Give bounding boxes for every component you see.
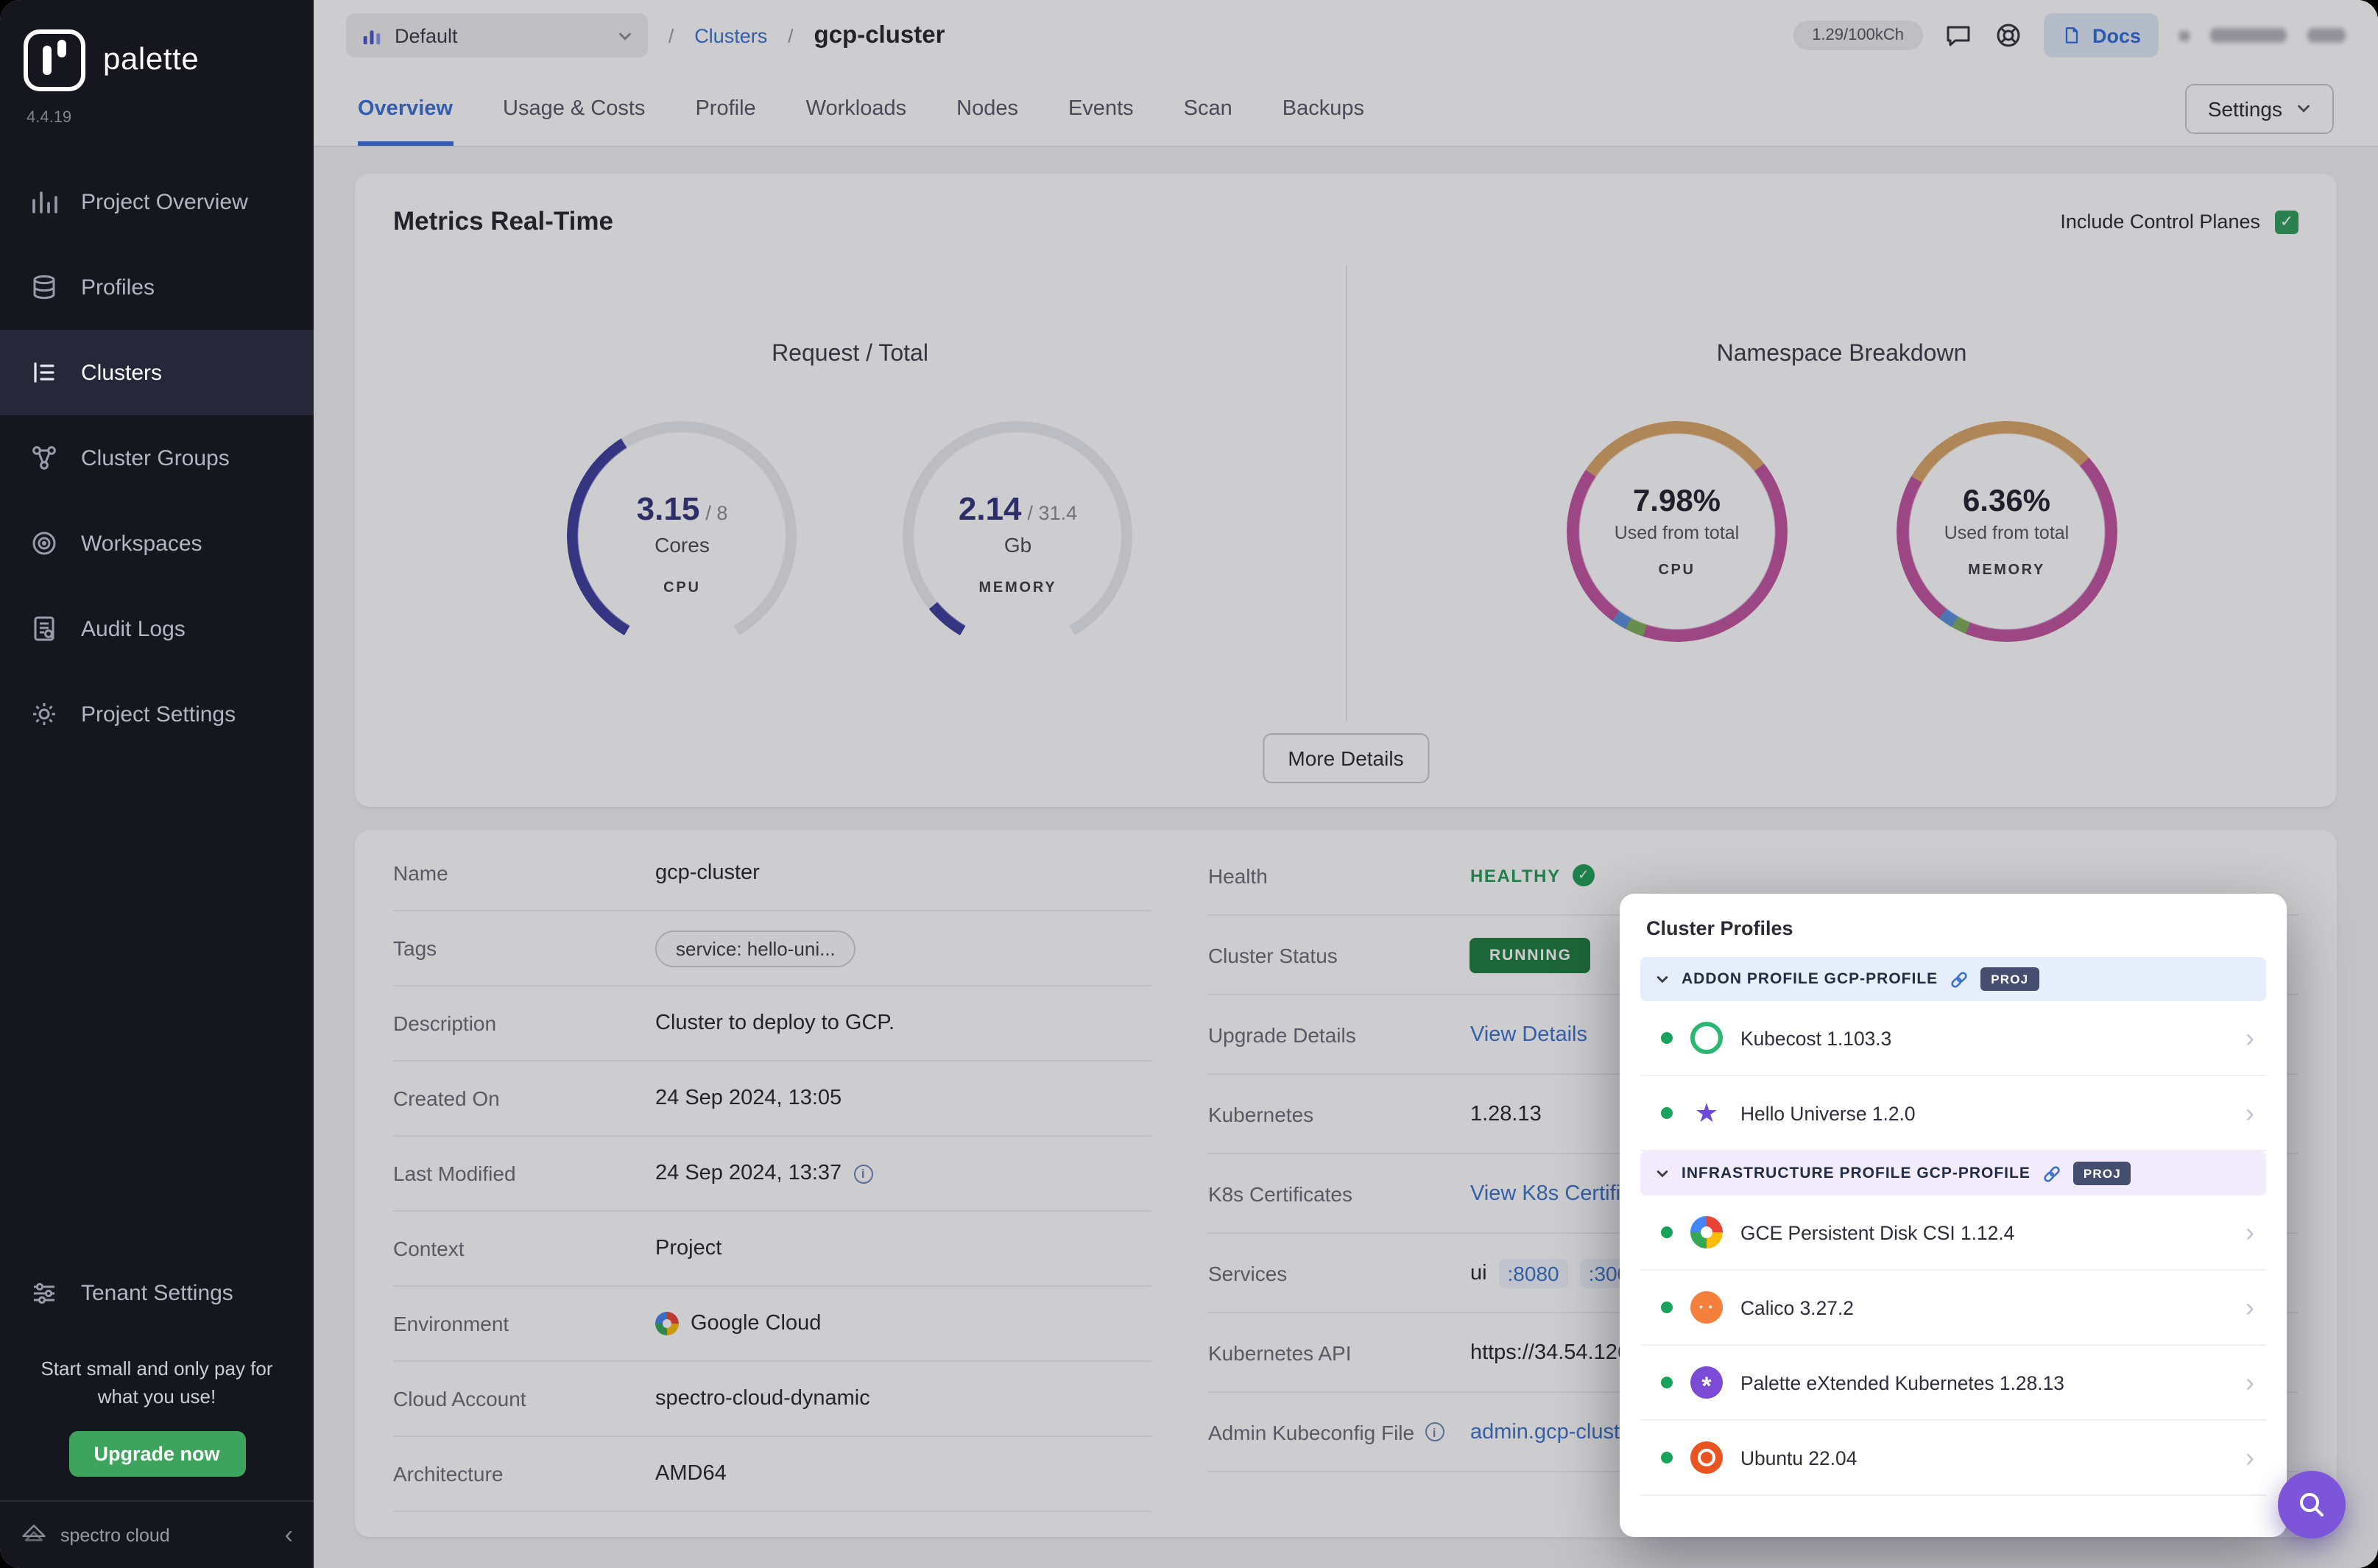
chevron-right-icon: › xyxy=(2245,1023,2254,1052)
search-icon xyxy=(2300,1493,2324,1516)
addon-profile-label: ADDON PROFILE GCP-PROFILE xyxy=(1682,970,1938,988)
spectro-cloud-logo-icon xyxy=(22,1525,46,1541)
pack-status-dot xyxy=(1661,1377,1673,1388)
profile-pack-calico[interactable]: Calico 3.27.2 › xyxy=(1640,1271,2266,1346)
sidebar-item-clusters[interactable]: Clusters xyxy=(0,330,314,415)
profile-pack-ubuntu[interactable]: Ubuntu 22.04 › xyxy=(1640,1421,2266,1496)
sidebar-item-workspaces[interactable]: Workspaces xyxy=(0,501,314,586)
proj-scope-badge: PROJ xyxy=(1980,967,2039,991)
calico-icon xyxy=(1690,1291,1723,1324)
link-icon[interactable] xyxy=(1950,970,1969,989)
kubecost-icon xyxy=(1690,1022,1723,1054)
gear-icon xyxy=(33,703,55,725)
pack-status-dot xyxy=(1661,1226,1673,1238)
brand-name: palette xyxy=(103,43,200,77)
infrastructure-profile-label: INFRASTRUCTURE PROFILE GCP-PROFILE xyxy=(1682,1165,2031,1182)
chevron-right-icon: › xyxy=(2245,1367,2254,1396)
sidebar-item-label: Audit Logs xyxy=(81,616,186,641)
profile-pack-gce-disk[interactable]: GCE Persistent Disk CSI 1.12.4 › xyxy=(1640,1196,2266,1271)
pack-status-dot xyxy=(1661,1032,1673,1044)
list-icon xyxy=(34,362,54,383)
app-version: 4.4.19 xyxy=(27,109,72,127)
audit-doc-icon xyxy=(34,616,54,641)
pack-status-dot xyxy=(1661,1452,1673,1463)
pxk-icon xyxy=(1690,1366,1723,1399)
sidebar-item-cluster-groups[interactable]: Cluster Groups xyxy=(0,415,314,501)
nodes-icon xyxy=(32,446,56,470)
sidebar-nav: Project Overview Profiles Clusters Clust… xyxy=(0,159,314,757)
chevron-right-icon: › xyxy=(2245,1217,2254,1246)
pack-status-dot xyxy=(1661,1107,1673,1119)
palette-logo-icon xyxy=(24,29,85,91)
sidebar-item-tenant-settings[interactable]: Tenant Settings xyxy=(0,1251,314,1336)
sidebar: palette 4.4.19 Project Overview Profiles… xyxy=(0,0,314,1568)
link-icon[interactable] xyxy=(2042,1164,2061,1183)
upgrade-now-button[interactable]: Upgrade now xyxy=(68,1431,245,1477)
gce-disk-icon xyxy=(1690,1216,1723,1249)
sidebar-item-label: Workspaces xyxy=(81,531,202,556)
sidebar-item-label: Profiles xyxy=(81,275,155,300)
addon-profile-section-header[interactable]: ADDON PROFILE GCP-PROFILE PROJ xyxy=(1640,957,2266,1001)
sidebar-item-label: Cluster Groups xyxy=(81,445,230,470)
sidebar-item-label: Clusters xyxy=(81,360,163,385)
chevron-right-icon: › xyxy=(2245,1098,2254,1127)
chevron-down-icon xyxy=(1655,972,1670,986)
layers-icon xyxy=(33,275,55,300)
cluster-profiles-title: Cluster Profiles xyxy=(1646,917,1793,939)
proj-scope-badge: PROJ xyxy=(2072,1162,2131,1185)
sidebar-item-audit-logs[interactable]: Audit Logs xyxy=(0,586,314,671)
ubuntu-icon xyxy=(1690,1441,1723,1474)
chevron-down-icon xyxy=(1655,1166,1670,1181)
chevron-right-icon: › xyxy=(2245,1292,2254,1321)
bar-chart-icon xyxy=(32,191,57,213)
sidebar-item-label: Project Overview xyxy=(81,189,248,214)
sidebar-collapse-icon[interactable]: ‹ xyxy=(285,1520,293,1550)
brand-logo: palette xyxy=(0,0,314,100)
floating-search-button[interactable] xyxy=(2278,1471,2346,1539)
sidebar-item-label: Tenant Settings xyxy=(81,1280,233,1306)
profile-pack-pxk[interactable]: Palette eXtended Kubernetes 1.28.13 › xyxy=(1640,1346,2266,1421)
pack-status-dot xyxy=(1661,1302,1673,1313)
infrastructure-profile-section-header[interactable]: INFRASTRUCTURE PROFILE GCP-PROFILE PROJ xyxy=(1640,1151,2266,1196)
profile-pack-kubecost[interactable]: Kubecost 1.103.3 › xyxy=(1640,1001,2266,1076)
target-icon xyxy=(32,532,56,555)
profile-pack-hello-universe[interactable]: Hello Universe 1.2.0 › xyxy=(1640,1076,2266,1151)
footer-brand-name: spectro cloud xyxy=(60,1525,170,1545)
chevron-right-icon: › xyxy=(2245,1442,2254,1472)
app-window: palette 4.4.19 Project Overview Profiles… xyxy=(0,0,2378,1568)
sliders-icon xyxy=(34,1283,54,1304)
sidebar-item-project-overview[interactable]: Project Overview xyxy=(0,159,314,244)
sidebar-item-project-settings[interactable]: Project Settings xyxy=(0,671,314,757)
cluster-profiles-panel: Cluster Profiles ADDON PROFILE GCP-PROFI… xyxy=(1620,894,2287,1537)
sidebar-item-label: Project Settings xyxy=(81,702,236,727)
sidebar-footer: spectro cloud ‹ xyxy=(0,1500,314,1568)
sidebar-item-profiles[interactable]: Profiles xyxy=(0,244,314,330)
hello-universe-icon xyxy=(1690,1097,1723,1129)
upgrade-promo-text: Start small and only pay for what you us… xyxy=(40,1357,273,1408)
